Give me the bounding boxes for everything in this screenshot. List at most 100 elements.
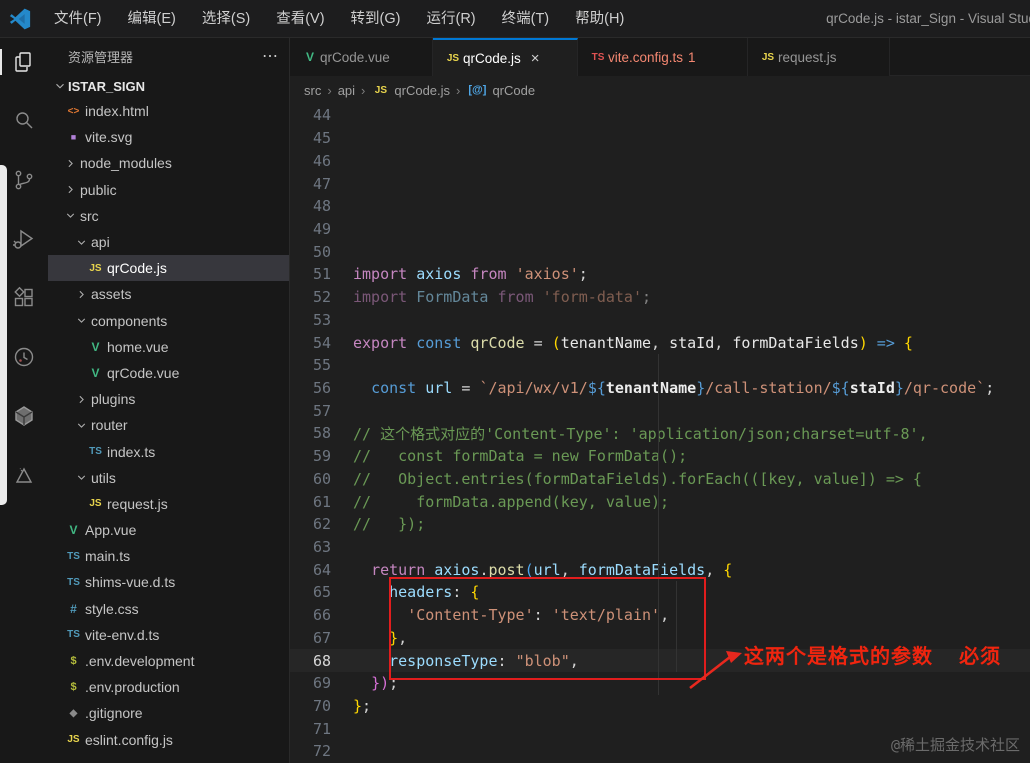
tree-file-eslint.config.js[interactable]: JS eslint.config.js — [48, 727, 289, 753]
code-line-59: 59 // const formData = new FormData(); — [290, 445, 1030, 468]
tree-folder-api[interactable]: api — [48, 229, 289, 255]
tree-folder-plugins[interactable]: plugins — [48, 386, 289, 412]
line-number: 46 — [312, 151, 331, 170]
tree-folder-utils[interactable]: utils — [48, 465, 289, 491]
tree-file-.env.development[interactable]: $ .env.development — [48, 648, 289, 674]
tree-file-home.vue[interactable]: Vhome.vue — [48, 334, 289, 360]
tree-item-label: public — [80, 181, 117, 198]
tree-file-main.ts[interactable]: TS main.ts — [48, 543, 289, 569]
search-icon[interactable] — [11, 108, 37, 134]
breadcrumb-separator: › — [327, 82, 332, 98]
file-tree: <> index.html ■ vite.svg node_modulespublic s… — [48, 98, 289, 753]
tree-folder-router[interactable]: router — [48, 412, 289, 438]
problem-count-badge: 1 — [688, 49, 696, 65]
breadcrumb-separator: › — [361, 82, 366, 98]
indent-guide — [658, 354, 659, 695]
code-line-text: // formData.append(key, value); — [353, 492, 670, 511]
white-overlay-artifact — [0, 165, 7, 505]
tab-vite.config.ts[interactable]: TS vite.config.ts 1 — [578, 38, 748, 76]
line-number: 53 — [312, 310, 331, 329]
tree-file-vite.svg[interactable]: ■ vite.svg — [48, 124, 289, 150]
menu-item-6[interactable]: 运行(R) — [413, 0, 488, 38]
explorer-icon[interactable] — [0, 49, 37, 75]
tree-file-style.css[interactable]: # style.css — [48, 596, 289, 622]
tree-file-qrCode.vue[interactable]: VqrCode.vue — [48, 360, 289, 386]
chevron-down-icon — [52, 79, 68, 93]
run-and-debug-icon[interactable] — [11, 226, 37, 252]
tree-item-label: vite-env.d.ts — [85, 626, 160, 643]
line-number: 72 — [312, 742, 331, 761]
tab-qrCode.vue[interactable]: VqrCode.vue — [290, 38, 433, 76]
tab-label: qrCode.js — [463, 50, 521, 66]
tree-item-label: main.ts — [85, 548, 131, 565]
tab-request.js[interactable]: JS request.js — [748, 38, 890, 76]
code-line-64: 64 return axios.post(url, formDataFields… — [290, 558, 1030, 581]
line-number: 65 — [312, 583, 331, 602]
js-file-icon: JS — [761, 51, 775, 63]
tab-bar: VqrCode.vue JS qrCode.js × TS vite.config.ts 1… — [290, 38, 1030, 76]
breadcrumb-segment-src[interactable]: src — [304, 83, 321, 98]
tree-file-vite-env.d.ts[interactable]: TS vite-env.d.ts — [48, 622, 289, 648]
vue-file-icon: V — [91, 365, 100, 380]
tree-item-label: assets — [91, 286, 132, 303]
tree-folder-node_modules[interactable]: node_modules — [48, 150, 289, 176]
tree-folder-public[interactable]: public — [48, 177, 289, 203]
breadcrumb-segment-api[interactable]: api — [338, 83, 355, 98]
tree-folder-src[interactable]: src — [48, 203, 289, 229]
code-editor[interactable]: 44 45 46 47 48 49 50 51 import axios from 'axios… — [290, 104, 1030, 763]
js-file-icon: JS — [446, 52, 460, 64]
tree-folder-assets[interactable]: assets — [48, 281, 289, 307]
breadcrumb-segment-qrCode.js[interactable]: qrCode.js — [394, 83, 450, 98]
editor-group: VqrCode.vue JS qrCode.js × TS vite.config.ts 1… — [290, 38, 1030, 763]
breadcrumb: src › api › JS qrCode.js › [@] qrCode — [290, 76, 1030, 104]
tab-qrCode.js[interactable]: JS qrCode.js × — [433, 38, 578, 76]
workspace-root-label: ISTAR_SIGN — [68, 78, 146, 94]
workspace-root-row[interactable]: ISTAR_SIGN — [48, 74, 289, 98]
code-line-50: 50 — [290, 240, 1030, 263]
explorer-sidebar: 资源管理器 ⋯ ISTAR_SIGN <> index.html ■ vite.svg… — [48, 38, 290, 763]
menu-item-3[interactable]: 选择(S) — [189, 0, 263, 38]
tree-file-shims-vue.d.ts[interactable]: TS shims-vue.d.ts — [48, 569, 289, 595]
mountain-extension-icon[interactable] — [11, 462, 37, 488]
code-line-text: headers: { — [389, 583, 480, 602]
vue-file-icon: V — [91, 339, 100, 354]
tree-file-index.html[interactable]: <> index.html — [48, 98, 289, 124]
chevron-down-icon — [62, 209, 78, 222]
clock-extension-icon[interactable] — [11, 344, 37, 370]
explorer-more-actions-icon[interactable]: ⋯ — [262, 46, 279, 66]
menu-bar: 文件(F) 编辑(E) 选择(S) 查看(V) 转到(G) 运行(R) 终端(T) 帮助(H) — [41, 0, 637, 37]
code-line-51: 51 import axios from 'axios'; — [290, 263, 1030, 286]
tree-file-.gitignore[interactable]: ◆ .gitignore — [48, 700, 289, 726]
tree-item-label: plugins — [91, 391, 136, 408]
close-icon[interactable]: × — [531, 50, 540, 67]
line-number: 54 — [312, 333, 331, 352]
tree-file-App.vue[interactable]: V App.vue — [48, 517, 289, 543]
code-line-44: 44 — [290, 104, 1030, 127]
tree-item-label: .gitignore — [85, 705, 143, 722]
line-number: 52 — [312, 288, 331, 307]
cube-extension-icon[interactable] — [11, 403, 37, 429]
code-line-70: 70}; — [290, 695, 1030, 718]
window-title: qrCode.js - istar_Sign - Visual Stud — [826, 11, 1030, 26]
tree-file-qrCode.js[interactable]: JS qrCode.js — [48, 255, 289, 282]
extensions-icon[interactable] — [11, 285, 37, 311]
tree-folder-components[interactable]: components — [48, 308, 289, 334]
chevron-right-icon — [73, 288, 89, 301]
breadcrumb-segment-qrCode[interactable]: qrCode — [492, 83, 535, 98]
menu-item-7[interactable]: 终端(T) — [489, 0, 563, 38]
code-line-text: 'Content-Type': 'text/plain', — [407, 606, 670, 625]
menu-item-8[interactable]: 帮助(H) — [562, 0, 637, 38]
menu-item-1[interactable]: 文件(F) — [41, 0, 115, 38]
tree-file-request.js[interactable]: JS request.js — [48, 491, 289, 517]
source-control-icon[interactable] — [11, 167, 37, 193]
tree-file-.env.production[interactable]: $ .env.production — [48, 674, 289, 700]
line-number: 47 — [312, 174, 331, 193]
chevron-down-icon — [73, 236, 89, 249]
line-number: 51 — [312, 265, 331, 284]
line-number: 58 — [312, 424, 331, 443]
tree-file-index.ts[interactable]: TS index.ts — [48, 438, 289, 464]
menu-item-4[interactable]: 查看(V) — [263, 0, 337, 38]
activity-bar — [0, 38, 48, 763]
menu-item-2[interactable]: 编辑(E) — [115, 0, 189, 38]
menu-item-5[interactable]: 转到(G) — [338, 0, 414, 38]
